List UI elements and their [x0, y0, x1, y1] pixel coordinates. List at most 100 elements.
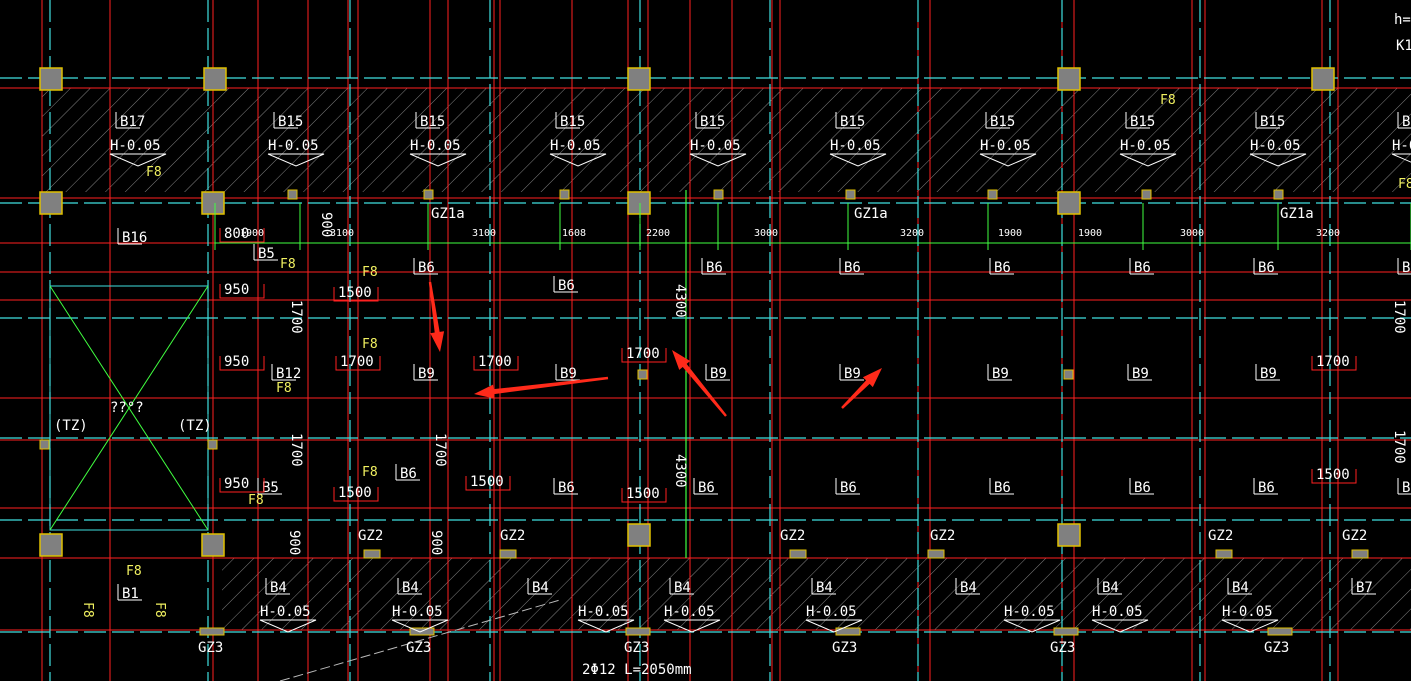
column-small [713, 189, 724, 200]
slab-row3: B5 [262, 480, 279, 496]
rebar-dim: 900 [286, 530, 302, 555]
gz3-tag: GZ3 [1050, 640, 1075, 656]
bottom-slab: B7 [1356, 580, 1373, 596]
f8-tag: F8 [80, 602, 95, 618]
rebar-dim: 1700 [626, 346, 660, 362]
rebar-dim: 900 [318, 212, 334, 237]
column [1057, 67, 1081, 91]
bottom-slab: B4 [270, 580, 287, 596]
top-slab: B15 [990, 114, 1015, 130]
dim-value: 3200 [1316, 228, 1340, 239]
top-slab-height: H-0.05 [550, 138, 601, 154]
dim-value: 3100 [472, 228, 496, 239]
gz3-tag: GZ3 [1264, 640, 1289, 656]
gz3-column [1267, 627, 1293, 636]
gz1a-tag: GZ1a [1280, 206, 1314, 222]
dim-value: 1900 [998, 228, 1022, 239]
f8-tag: F8 [152, 602, 167, 618]
bottom-slab-height: H-0.05 [664, 604, 715, 620]
column [39, 533, 63, 557]
bottom-slab-height: H-0.05 [806, 604, 857, 620]
bottom-slab: B4 [402, 580, 419, 596]
gz2-column [499, 549, 517, 559]
stair-symbol: ??°? [110, 400, 144, 416]
column [1057, 523, 1081, 547]
column [627, 67, 651, 91]
slab-row1: B6 [994, 260, 1011, 276]
gz2-tag: GZ2 [780, 528, 805, 544]
gz3-column [199, 627, 225, 636]
slab-row1: B6 [1402, 260, 1411, 276]
slab-row2: B9 [710, 366, 727, 382]
rebar-dim: 950 [224, 282, 249, 298]
slab-row2: B9 [418, 366, 435, 382]
bottom-slab-height: H-0.05 [1004, 604, 1055, 620]
column [1311, 67, 1335, 91]
rebar-dim: 1700 [432, 433, 448, 467]
top-slab: B15 [700, 114, 725, 130]
f8-tag: F8 [362, 265, 378, 280]
rebar-dim: 1700 [340, 354, 374, 370]
f8-tag: F8 [126, 564, 142, 579]
rebar-dim: 1700 [1391, 300, 1407, 334]
gz1a-tag: GZ1a [431, 206, 465, 222]
column-small [39, 439, 50, 450]
bottom-slab-height: H-0.05 [578, 604, 629, 620]
column-small [287, 189, 298, 200]
dim-value: 3200 [900, 228, 924, 239]
red-arrow [672, 350, 727, 417]
rebar-dim: 1700 [1316, 354, 1350, 370]
gz2-tag: GZ2 [1208, 528, 1233, 544]
gz3-column [835, 627, 861, 636]
rebar-dim: 1500 [470, 474, 504, 490]
corner-tag: h= [1394, 12, 1411, 28]
f8-tag: F8 [248, 493, 264, 508]
column-small [1141, 189, 1152, 200]
slab-row2: B9 [1132, 366, 1149, 382]
slab-row2: B12 [276, 366, 301, 382]
bottom-slab-height: H-0.05 [1222, 604, 1273, 620]
top-slab-height: H-0.05 [410, 138, 461, 154]
top-slab: B15 [278, 114, 303, 130]
top-slab: B15 [560, 114, 585, 130]
f8-tag: F8 [362, 465, 378, 480]
column [201, 533, 225, 557]
column [203, 67, 227, 91]
column [627, 523, 651, 547]
top-slab-height: H-0.05 [1250, 138, 1301, 154]
rebar-dim: 4300 [672, 284, 688, 318]
rebar-dim: 800 [224, 226, 249, 242]
top-slab-height: H-0.05 [110, 138, 161, 154]
column [39, 191, 63, 215]
gz2-tag: GZ2 [930, 528, 955, 544]
gz3-tag: GZ3 [624, 640, 649, 656]
slab-row3: B6 [558, 480, 575, 496]
slab-row1: B6 [558, 278, 575, 294]
f8-tag: F8 [276, 381, 292, 396]
bottom-slab: B4 [816, 580, 833, 596]
slab-row1: B6 [844, 260, 861, 276]
f8-tag: F8 [146, 165, 162, 180]
slab-row3: B6 [840, 480, 857, 496]
f8-tag: F8 [362, 337, 378, 352]
dim-value: 3000 [754, 228, 778, 239]
gz3-column [625, 627, 651, 636]
slab-row3: B6 [400, 466, 417, 482]
column-small [987, 189, 998, 200]
column [39, 67, 63, 91]
top-slab-height: H-0.05 [690, 138, 741, 154]
gz3-column [1053, 627, 1079, 636]
gz3-tag: GZ3 [832, 640, 857, 656]
column-small [207, 439, 218, 450]
rebar-dim: 1700 [478, 354, 512, 370]
cad-drawing-canvas[interactable]: 1900 3100 3100 1608 2200 3000 3200 1900 1900 3000… [0, 0, 1411, 681]
column [1057, 191, 1081, 215]
slab-row1: B6 [418, 260, 435, 276]
column-small [423, 189, 434, 200]
gz2-column [1215, 549, 1233, 559]
top-slab: B15 [1402, 114, 1411, 130]
gz3-tag: GZ3 [198, 640, 223, 656]
red-arrow [428, 281, 445, 352]
rebar-dim: 1700 [288, 300, 304, 334]
bottom-slab: B4 [1102, 580, 1119, 596]
